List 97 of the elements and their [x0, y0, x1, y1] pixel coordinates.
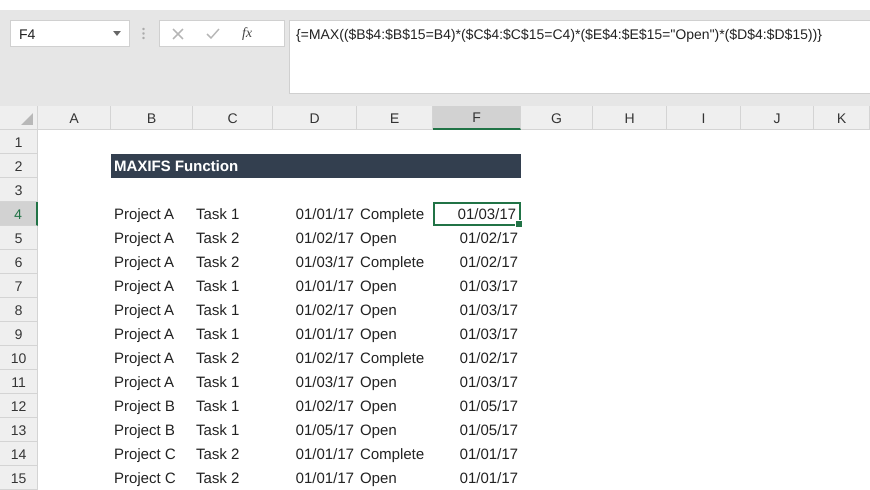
- row-header[interactable]: 13: [0, 418, 38, 442]
- table-cell-text: 01/05/17: [458, 396, 519, 416]
- table-cell-text: Project C: [113, 468, 177, 488]
- table-cell-text: Project A: [113, 300, 176, 320]
- column-header[interactable]: B: [111, 106, 193, 130]
- table-cell-text: 01/03/17: [458, 276, 519, 296]
- grip-icon: [142, 27, 145, 40]
- table-cell-text: Task 1: [195, 276, 240, 296]
- row-header[interactable]: 7: [0, 274, 38, 298]
- row-header[interactable]: 14: [0, 442, 38, 466]
- table-cell-text: 01/02/17: [294, 348, 355, 368]
- fill-handle[interactable]: [515, 220, 523, 228]
- table-cell: 01/03/17: [433, 202, 521, 226]
- name-box[interactable]: F4: [10, 20, 130, 47]
- table-cell-text: Task 2: [195, 348, 240, 368]
- table-cell-text: Project A: [113, 324, 176, 344]
- dropdown-caret-icon[interactable]: [113, 31, 121, 36]
- check-icon[interactable]: [206, 28, 220, 40]
- row-header[interactable]: 3: [0, 178, 38, 202]
- table-cell-text: Complete: [359, 444, 426, 464]
- table-cell-text: 01/02/17: [458, 252, 519, 272]
- row-header[interactable]: 12: [0, 394, 38, 418]
- table-cell-text: 01/03/17: [294, 252, 355, 272]
- table-cell-text: Task 1: [195, 324, 240, 344]
- select-all-corner[interactable]: [0, 106, 38, 130]
- table-cell-text: Task 1: [195, 204, 240, 224]
- table-cell-text: 01/01/17: [294, 276, 355, 296]
- table-cell-text: 01/05/17: [294, 420, 355, 440]
- column-header[interactable]: J: [741, 106, 814, 130]
- row-header[interactable]: 4: [0, 202, 38, 226]
- table-cell-text: Complete: [359, 204, 426, 224]
- row-header[interactable]: 8: [0, 298, 38, 322]
- table-cell-text: Open: [359, 276, 398, 296]
- table-cell-text: Task 2: [195, 444, 240, 464]
- table-cell-text: Project A: [113, 252, 176, 272]
- table-cell-text: 01/01/17: [294, 324, 355, 344]
- table-cell-text: Project A: [113, 348, 176, 368]
- table-cell-text: Task 2: [195, 252, 240, 272]
- table-cell-text: Task 2: [195, 468, 240, 488]
- column-header[interactable]: F: [433, 106, 521, 130]
- table-cell-text: 01/03/17: [458, 324, 519, 344]
- table-cell-text: 01/02/17: [294, 300, 355, 320]
- table-cell-text: Task 1: [195, 396, 240, 416]
- column-header[interactable]: E: [357, 106, 433, 130]
- cancel-icon[interactable]: [172, 28, 184, 40]
- table-cell-text: Task 1: [195, 372, 240, 392]
- column-header[interactable]: D: [273, 106, 357, 130]
- row-header[interactable]: 11: [0, 370, 38, 394]
- table-cell-text: Open: [359, 468, 398, 488]
- table-cell-text: Project B: [113, 420, 176, 440]
- table-cell-text: Project B: [113, 396, 176, 416]
- table-cell-text: 01/01/17: [458, 468, 519, 488]
- table-cell-text: 01/01/17: [294, 468, 355, 488]
- table-cell-text: 01/01/17: [294, 204, 355, 224]
- formula-bar[interactable]: {=MAX(($B$4:$B$15=B4)*($C$4:$C$15=C4)*($E$4:$E$15="Open")*($D$4:$D$15))}: [289, 20, 870, 94]
- table-cell-text: Project A: [113, 204, 176, 224]
- row-header[interactable]: 9: [0, 322, 38, 346]
- table-cell-text: 01/02/17: [458, 348, 519, 368]
- column-header[interactable]: G: [521, 106, 593, 130]
- table-cell-text: Project A: [113, 276, 176, 296]
- row-header[interactable]: 6: [0, 250, 38, 274]
- table-cell-text: Complete: [359, 252, 426, 272]
- insert-function-button[interactable]: fx: [242, 26, 252, 42]
- table-cell-text: Task 2: [195, 228, 240, 248]
- table-cell-text: 01/03/17: [294, 372, 355, 392]
- column-header[interactable]: C: [193, 106, 273, 130]
- table-cell-text: 01/02/17: [294, 396, 355, 416]
- corner-triangle-icon: [21, 113, 33, 125]
- table-cell-text: Open: [359, 372, 398, 392]
- table-cell-text: Open: [359, 300, 398, 320]
- row-header[interactable]: 2: [0, 154, 38, 178]
- table-cell-text: 01/05/17: [458, 420, 519, 440]
- table-cell-text: Project A: [113, 228, 176, 248]
- table-cell-text: Project A: [113, 372, 176, 392]
- table-cell-text: Task 1: [195, 300, 240, 320]
- table-cell-text: Open: [359, 324, 398, 344]
- table-cell-text: Open: [359, 396, 398, 416]
- column-header[interactable]: A: [38, 106, 111, 130]
- table-cell-text: 01/03/17: [458, 372, 519, 392]
- table-cell-text: Task 1: [195, 420, 240, 440]
- row-header[interactable]: 15: [0, 466, 38, 490]
- table-cell-text: Open: [359, 420, 398, 440]
- column-header[interactable]: K: [814, 106, 870, 130]
- table-cell-text: 01/02/17: [458, 228, 519, 248]
- table-cell-text: 01/01/17: [294, 444, 355, 464]
- column-header[interactable]: I: [667, 106, 741, 130]
- title-banner: MAXIFS Function: [111, 154, 521, 178]
- table-cell-text: 01/03/17: [458, 300, 519, 320]
- table-cell-text: Project C: [113, 444, 177, 464]
- row-header[interactable]: 5: [0, 226, 38, 250]
- table-cell-text: 01/01/17: [458, 444, 519, 464]
- table-cell-text: Complete: [359, 348, 426, 368]
- table-cell-text: Open: [359, 228, 398, 248]
- row-header[interactable]: 10: [0, 346, 38, 370]
- column-header[interactable]: H: [593, 106, 667, 130]
- table-cell-text: 01/02/17: [294, 228, 355, 248]
- row-header[interactable]: 1: [0, 130, 38, 154]
